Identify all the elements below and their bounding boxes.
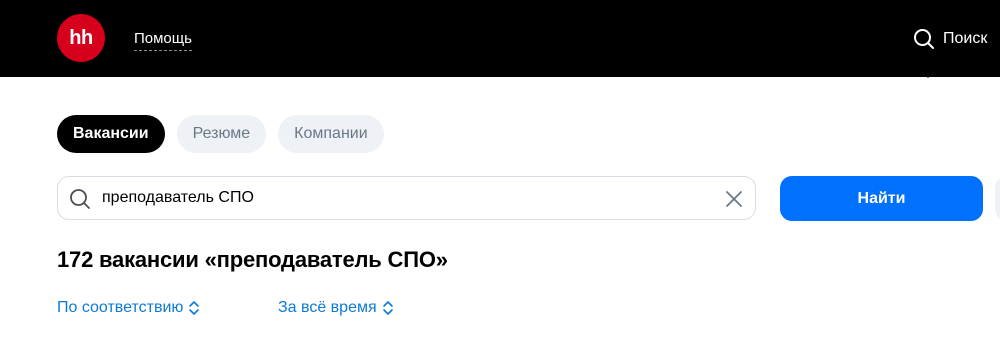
chevron-up-down-icon — [189, 301, 200, 315]
search-box — [57, 176, 756, 220]
chevron-up-down-icon — [382, 301, 393, 315]
header-search-link[interactable]: Поиск — [913, 27, 987, 51]
results-title: 172 вакансии «преподаватель СПО» — [57, 247, 448, 272]
period-dropdown[interactable]: За всё время — [278, 299, 394, 317]
search-icon — [914, 29, 934, 49]
search-type-tabs: Вакансии Резюме Компании — [57, 115, 384, 153]
find-button[interactable]: Найти — [780, 176, 983, 221]
period-label: За всё время — [278, 299, 377, 316]
header-search-label: Поиск — [943, 30, 988, 47]
sort-label: По соответствию — [57, 299, 184, 316]
search-input[interactable] — [102, 177, 702, 219]
hh-logo[interactable]: hh — [57, 14, 105, 62]
sort-dropdown[interactable]: По соответствию — [57, 299, 200, 317]
tab-resumes[interactable]: Резюме — [176, 115, 267, 153]
advanced-search-button[interactable] — [995, 176, 1000, 221]
top-header: hh Помощь Поиск — [0, 0, 1000, 78]
header-notch — [920, 70, 936, 78]
search-icon — [70, 189, 90, 209]
tab-vacancies[interactable]: Вакансии — [57, 115, 165, 153]
help-link[interactable]: Помощь — [134, 30, 192, 51]
close-icon[interactable] — [723, 188, 745, 210]
tab-companies[interactable]: Компании — [278, 115, 384, 153]
